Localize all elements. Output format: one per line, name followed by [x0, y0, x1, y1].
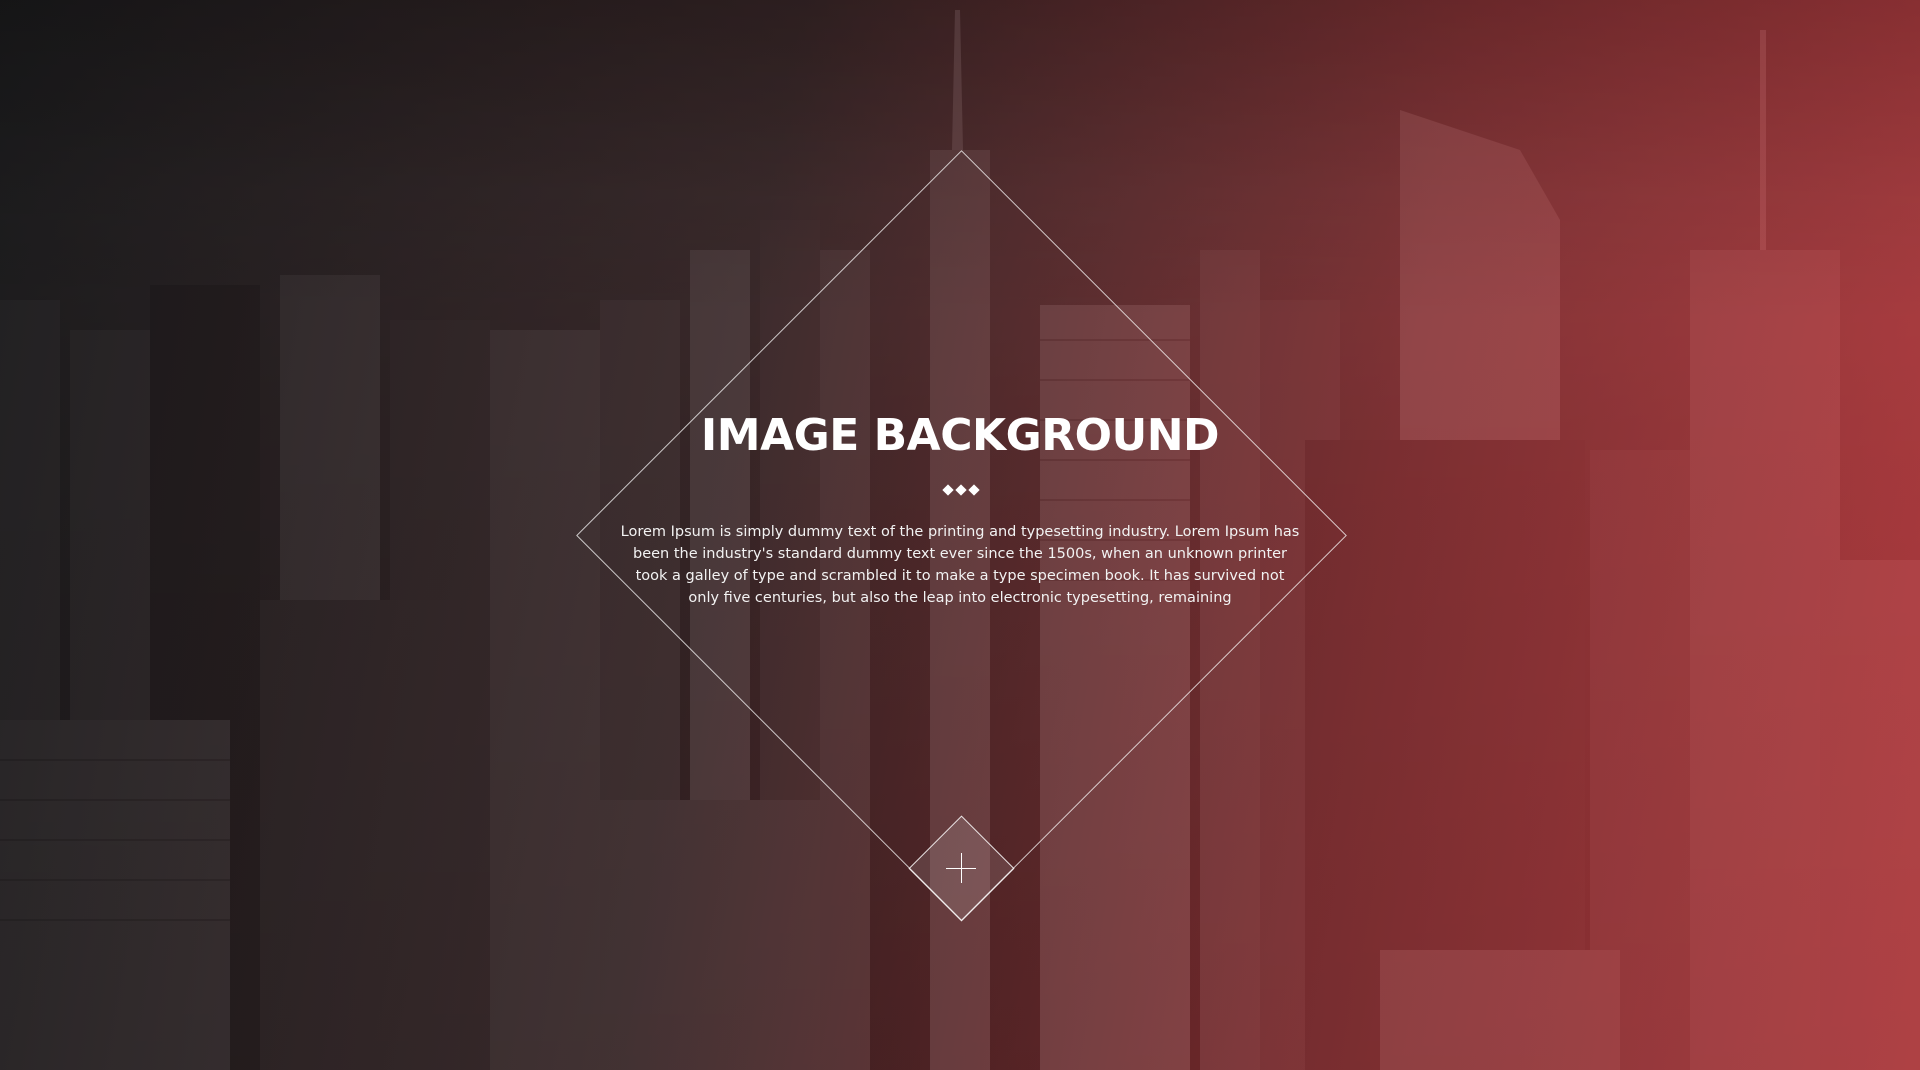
hero-section: IMAGE BACKGROUND Lorem Ipsum is simply d…	[0, 0, 1920, 1070]
diamond-dot-icon	[955, 484, 967, 496]
hero-title: IMAGE BACKGROUND	[700, 410, 1220, 461]
hero-description: Lorem Ipsum is simply dummy text of the …	[620, 524, 1300, 606]
diamond-dots-icon	[930, 483, 992, 497]
diamond-dot-icon	[968, 484, 980, 496]
diamond-dot-icon	[942, 484, 954, 496]
